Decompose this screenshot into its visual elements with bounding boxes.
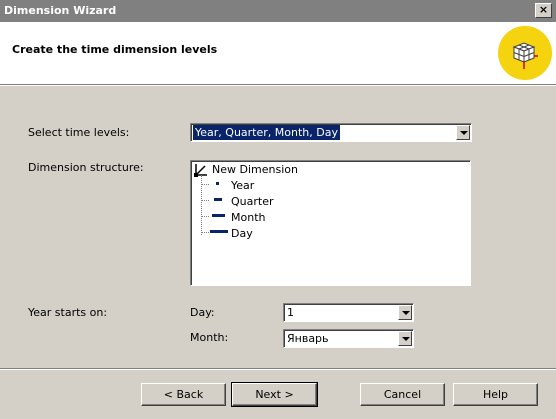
- month-dropdown-button[interactable]: [398, 331, 412, 346]
- time-levels-label: Select time levels:: [28, 126, 130, 139]
- tree-connector: [201, 200, 209, 201]
- tree-level-month[interactable]: Month: [231, 211, 265, 224]
- month-label: Month:: [190, 331, 229, 344]
- tree-level-quarter[interactable]: Quarter: [231, 195, 274, 208]
- tree-connector: [201, 184, 209, 185]
- tree-connector: [201, 216, 209, 217]
- level-day-icon: [210, 230, 228, 233]
- cancel-button[interactable]: Cancel: [360, 383, 445, 406]
- day-dropdown-button[interactable]: [398, 305, 412, 320]
- time-levels-select[interactable]: Year, Quarter, Month, Day: [190, 123, 472, 142]
- dimension-wizard-window: Dimension Wizard × Create the time dimen…: [0, 0, 556, 419]
- footer-divider-highlight: [0, 369, 556, 370]
- month-select[interactable]: Январь: [283, 329, 414, 348]
- title-bar[interactable]: Dimension Wizard ×: [0, 0, 556, 22]
- time-levels-dropdown-button[interactable]: [456, 125, 470, 140]
- help-button[interactable]: Help: [453, 383, 538, 406]
- day-label: Day:: [190, 306, 215, 319]
- back-button[interactable]: < Back: [141, 383, 226, 406]
- day-select[interactable]: 1: [283, 303, 414, 322]
- close-icon: ×: [538, 3, 549, 16]
- tree-level-year[interactable]: Year: [231, 179, 254, 192]
- close-button[interactable]: ×: [535, 3, 552, 18]
- cube-icon: [512, 42, 538, 69]
- level-quarter-icon: [214, 198, 222, 201]
- day-value: 1: [287, 306, 294, 319]
- wizard-header: Create the time dimension levels: [0, 22, 556, 85]
- time-levels-value: Year, Quarter, Month, Day: [193, 125, 340, 140]
- level-month-icon: [212, 214, 225, 217]
- page-title: Create the time dimension levels: [12, 43, 218, 56]
- wizard-badge: [498, 26, 552, 80]
- year-starts-label: Year starts on:: [28, 306, 108, 319]
- dimension-structure-label: Dimension structure:: [28, 161, 144, 174]
- tree-root-label[interactable]: New Dimension: [212, 163, 298, 176]
- header-divider: [0, 85, 556, 86]
- tree-connector: [201, 232, 209, 233]
- next-button[interactable]: Next >: [231, 382, 318, 407]
- level-year-icon: [216, 182, 219, 185]
- dimension-structure-tree[interactable]: New Dimension Year Quarter Month Day: [190, 160, 471, 286]
- month-value: Январь: [287, 332, 329, 345]
- tree-level-day[interactable]: Day: [231, 227, 253, 240]
- window-title: Dimension Wizard: [4, 4, 117, 17]
